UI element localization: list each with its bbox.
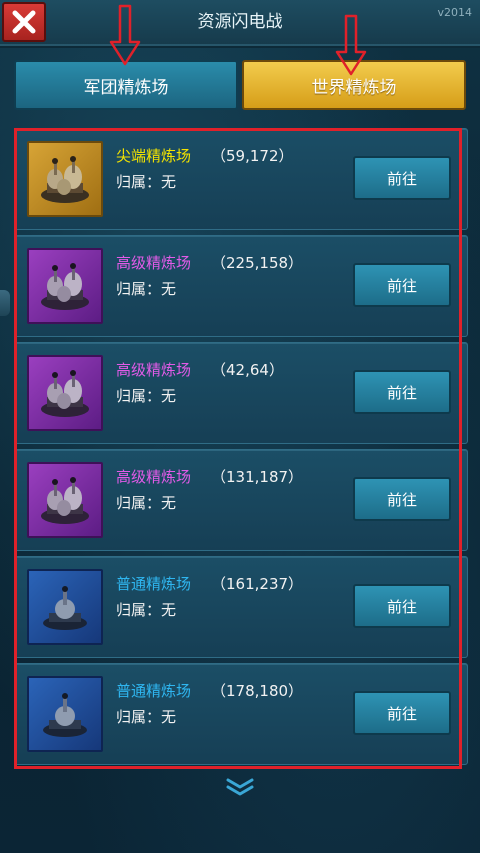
refinery-building-icon — [43, 693, 87, 737]
refinery-owner: 归属：无 — [116, 601, 177, 619]
version-label: v2014 — [437, 6, 472, 19]
refinery-owner: 归属：无 — [116, 280, 177, 298]
refinery-owner: 归属：无 — [116, 708, 177, 726]
go-button[interactable]: 前往 — [353, 691, 451, 735]
refinery-coords: （59,172） — [211, 147, 294, 165]
go-button-label: 前往 — [386, 490, 417, 509]
refinery-building-icon — [43, 586, 87, 630]
side-drawer-handle[interactable] — [0, 290, 10, 316]
refinery-thumbnail — [27, 569, 103, 645]
refinery-name: 高级精炼场 — [116, 468, 192, 486]
tab-army-refinery[interactable]: 军团精炼场 — [14, 60, 238, 110]
refinery-building-icon — [41, 370, 89, 417]
close-button[interactable] — [2, 2, 46, 42]
refinery-coords: （131,187） — [211, 468, 304, 486]
refinery-thumbnail — [27, 676, 103, 752]
page-title: 资源闪电战 — [197, 12, 283, 32]
list-item: 高级精炼场 （225,158） 归属：无 前往 — [14, 235, 468, 337]
list-item: 高级精炼场 （131,187） 归属：无 前往 — [14, 449, 468, 551]
go-button[interactable]: 前往 — [353, 584, 451, 628]
go-button-label: 前往 — [386, 597, 417, 616]
go-button-label: 前往 — [386, 276, 417, 295]
close-x-icon — [12, 10, 36, 34]
tab-bar: 军团精炼场 世界精炼场 — [14, 60, 466, 110]
go-button[interactable]: 前往 — [353, 370, 451, 414]
refinery-list: 尖端精炼场 （59,172） 归属：无 前往 高级精炼场 （225,158） 归… — [12, 128, 468, 770]
go-button-label: 前往 — [386, 383, 417, 402]
list-item: 普通精炼场 （178,180） 归属：无 前往 — [14, 663, 468, 765]
list-item: 高级精炼场 （42,64） 归属：无 前往 — [14, 342, 468, 444]
refinery-building-icon — [41, 263, 89, 310]
refinery-thumbnail — [27, 355, 103, 431]
refinery-coords: （178,180） — [211, 682, 304, 700]
refinery-thumbnail — [27, 248, 103, 324]
refinery-owner: 归属：无 — [116, 494, 177, 512]
list-item: 尖端精炼场 （59,172） 归属：无 前往 — [14, 128, 468, 230]
go-button-label: 前往 — [386, 169, 417, 188]
go-button[interactable]: 前往 — [353, 477, 451, 521]
refinery-name: 尖端精炼场 — [116, 147, 192, 165]
refinery-thumbnail — [27, 462, 103, 538]
go-button[interactable]: 前往 — [353, 263, 451, 307]
annotation-arrow-icon — [335, 14, 367, 76]
refinery-thumbnail — [27, 141, 103, 217]
tab-army-label: 军团精炼场 — [83, 77, 169, 98]
refinery-coords: （161,237） — [211, 575, 304, 593]
go-button[interactable]: 前往 — [353, 156, 451, 200]
tab-world-label: 世界精炼场 — [311, 77, 397, 98]
refinery-coords: （225,158） — [211, 254, 304, 272]
annotation-arrow-icon — [109, 4, 141, 66]
refinery-building-icon — [41, 156, 89, 203]
refinery-owner: 归属：无 — [116, 173, 177, 191]
double-chevron-down-icon[interactable] — [222, 778, 258, 796]
refinery-building-icon — [41, 477, 89, 524]
refinery-owner: 归属：无 — [116, 387, 177, 405]
list-item: 普通精炼场 （161,237） 归属：无 前往 — [14, 556, 468, 658]
refinery-name: 高级精炼场 — [116, 361, 192, 379]
refinery-name: 普通精炼场 — [116, 682, 192, 700]
top-bar: 资源闪电战 v2014 — [0, 0, 480, 48]
refinery-name: 高级精炼场 — [116, 254, 192, 272]
refinery-coords: （42,64） — [211, 361, 284, 379]
refinery-name: 普通精炼场 — [116, 575, 192, 593]
go-button-label: 前往 — [386, 704, 417, 723]
